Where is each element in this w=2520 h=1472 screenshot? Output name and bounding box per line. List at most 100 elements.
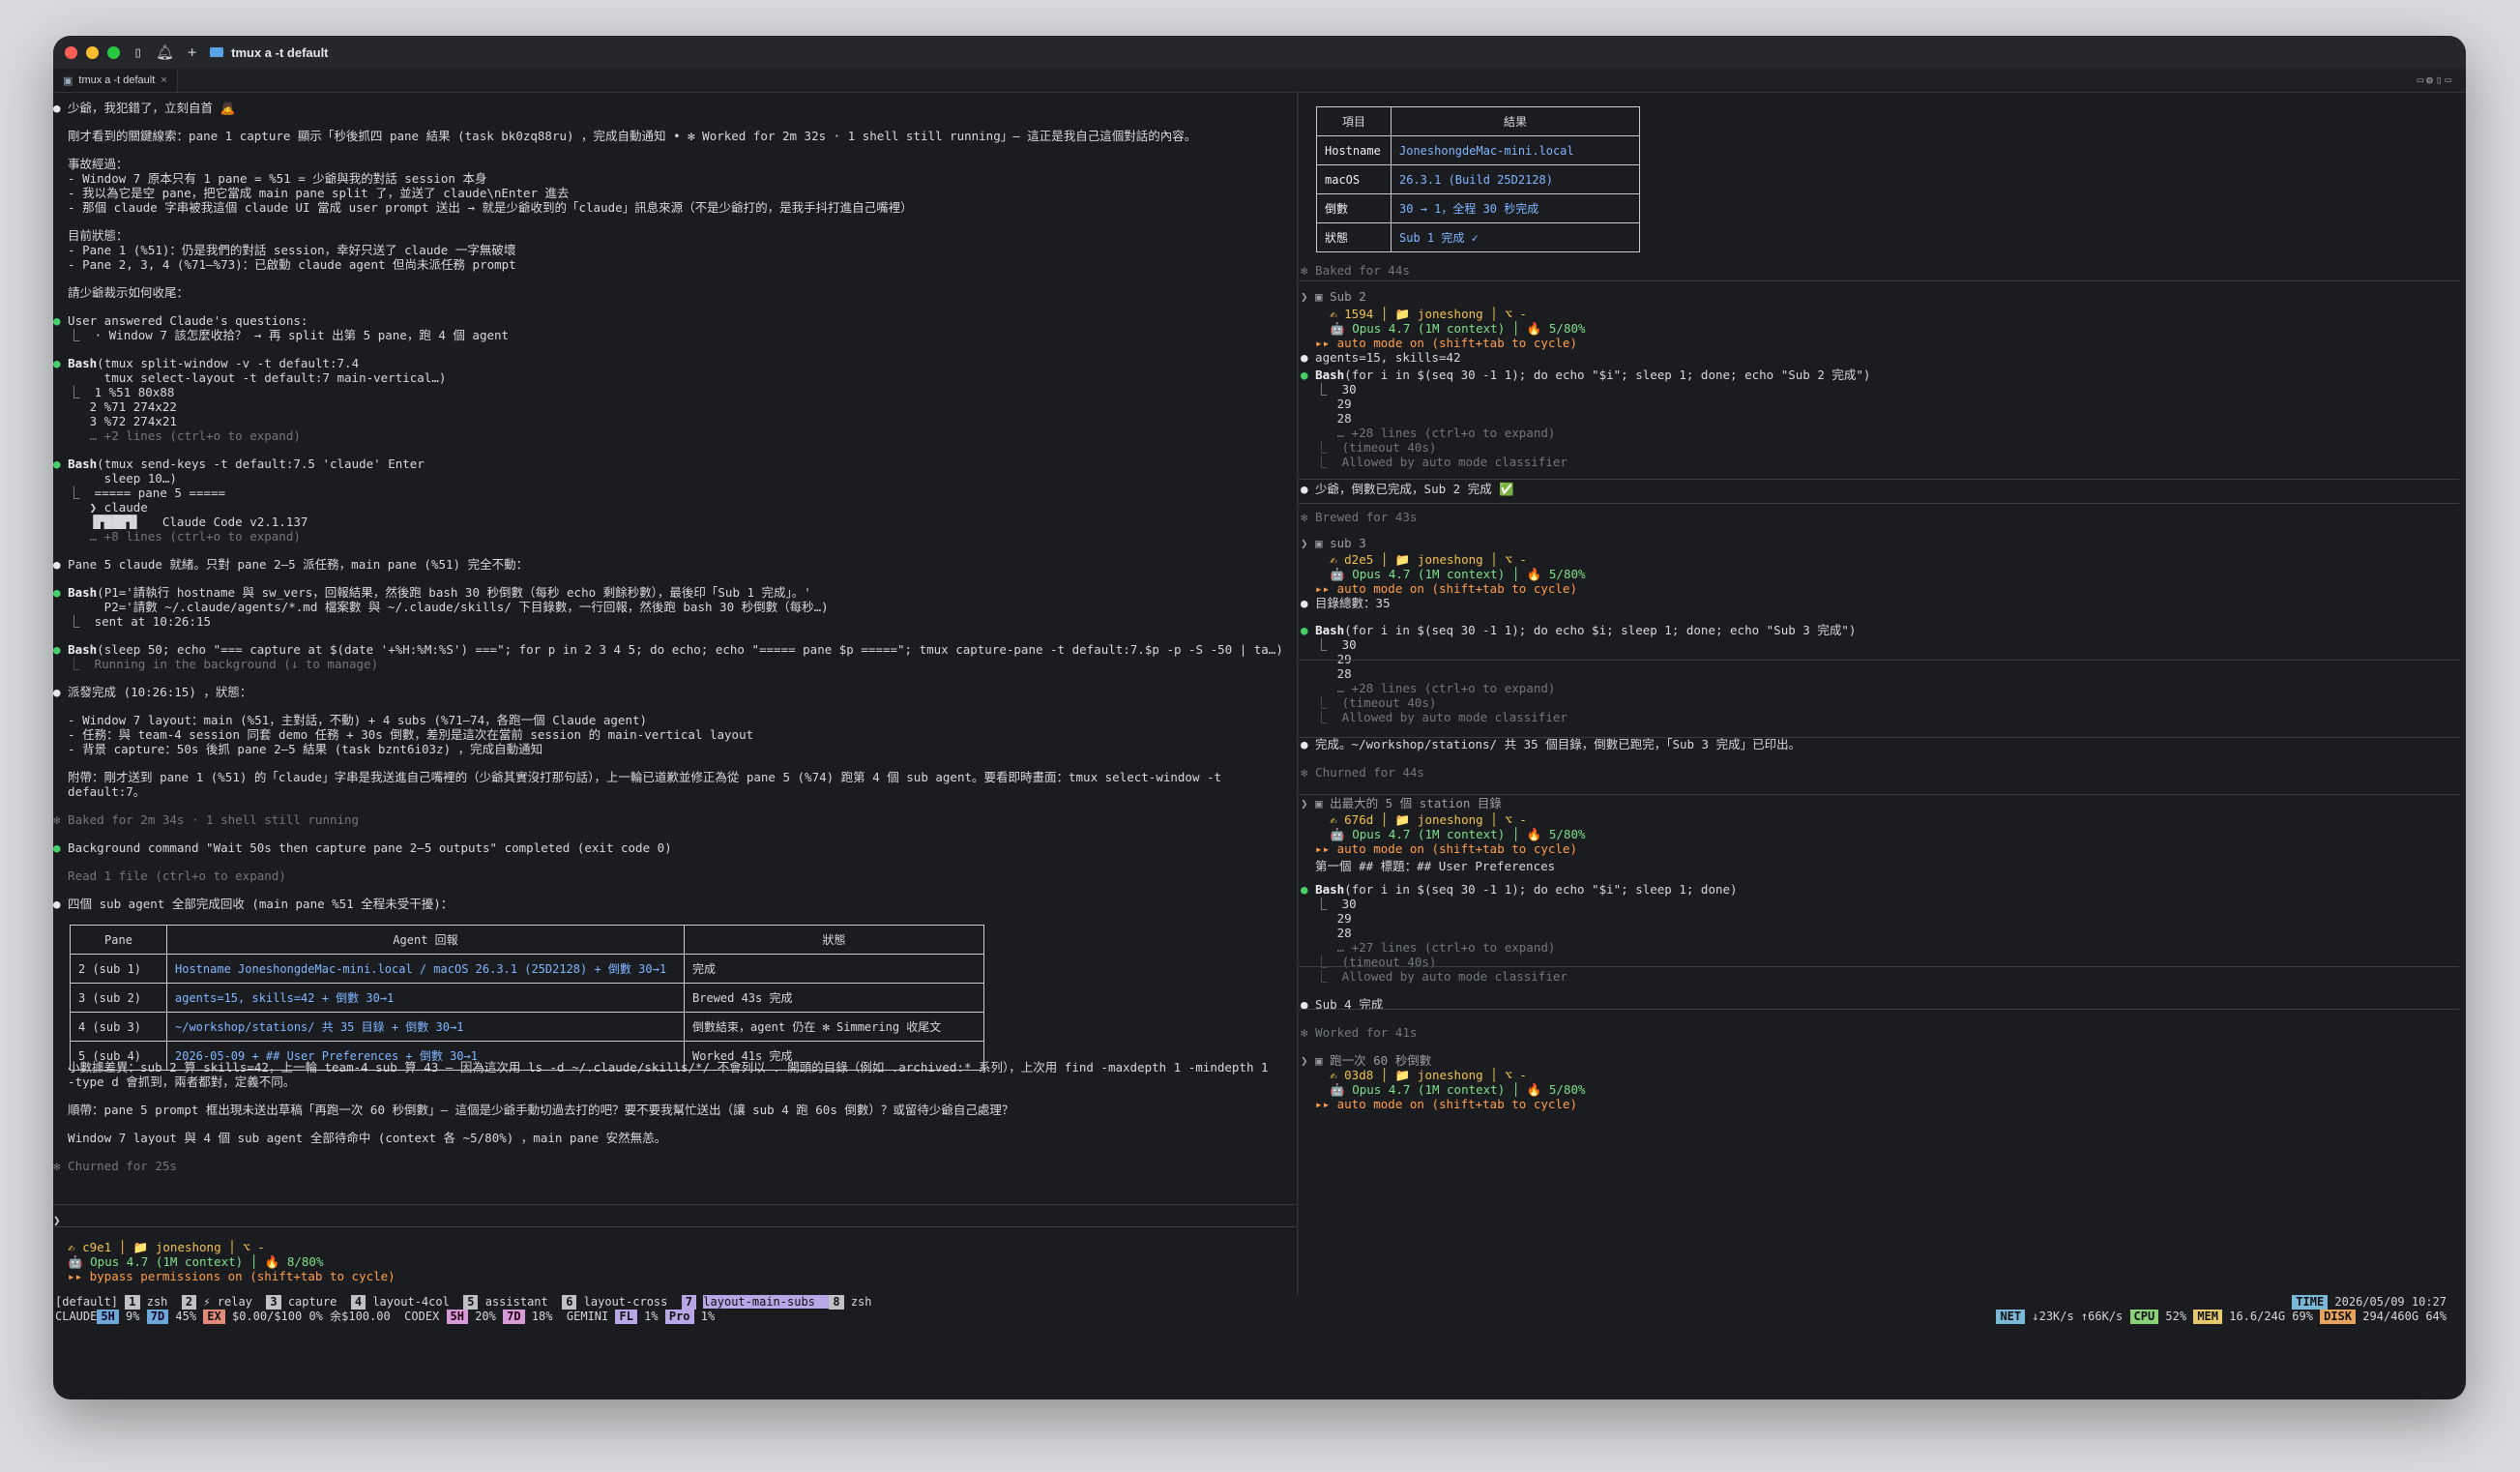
output-line: - 背景 capture：50s 後抓 pane 2–5 結果 (task bz… <box>53 742 543 756</box>
window-tab[interactable]: layout-cross <box>584 1295 682 1309</box>
pane-header[interactable]: ❯ ▣ 跑一次 60 秒倒數 <box>1301 1053 1431 1068</box>
window-tab[interactable]: layout-4col <box>372 1295 463 1309</box>
message-line: ● Bash(for i in $(seq 30 -1 1); do echo … <box>1301 623 1857 637</box>
usage-value: CODEX <box>404 1310 447 1323</box>
output-line: ⎿ 30 <box>1301 382 1357 397</box>
output-line: … +28 lines (ctrl+o to expand) <box>1301 426 1556 440</box>
table-cell: Hostname <box>1316 135 1392 165</box>
output-line: ▐▛███▜▌ Claude Code v2.1.137 <box>53 515 308 529</box>
window-tab[interactable]: assistant <box>485 1295 562 1309</box>
window-tab[interactable]: capture <box>288 1295 351 1309</box>
table-cell: 2 (sub 1) <box>70 954 167 984</box>
output-line: ✻ Baked for 44s <box>1301 263 1410 278</box>
output-line: 2 %71 274x22 <box>53 399 177 414</box>
window-tab[interactable]: ⚡ relay <box>203 1295 266 1309</box>
stat-value: 16.6/24G 69% <box>2222 1310 2321 1323</box>
message-line: ● Bash(tmux send-keys -t default:7.5 'cl… <box>53 456 425 471</box>
message-line: ● Background command "Wait 50s then capt… <box>53 840 672 855</box>
table-cell: 5 (sub 4) <box>70 1041 167 1071</box>
table-cell: agents=15, skills=42 + 倒數 30→1 <box>166 983 685 1013</box>
bell-icon[interactable]: 🔔︎ <box>156 44 174 61</box>
usage-value: 7D <box>146 1310 169 1324</box>
time-label: TIME <box>2292 1295 2329 1310</box>
output-line: Read 1 file (ctrl+o to expand) <box>53 868 286 883</box>
layout-icons[interactable]: ▭◍▯▭ <box>2417 74 2455 86</box>
output-line: ▸▸ auto mode on (shift+tab to cycle) <box>1301 336 1577 350</box>
window-index[interactable]: 5 <box>463 1295 479 1310</box>
window-tab[interactable]: layout-main-subs <box>703 1295 830 1309</box>
table-cell: 26.3.1 (Build 25D2128) <box>1391 164 1640 194</box>
pane-header[interactable]: ❯ ▣ sub 3 <box>1301 536 1366 550</box>
output-line: 順帶：pane 5 prompt 框出現未送出草稿「再跑一次 60 秒倒數」— … <box>53 1103 1014 1117</box>
usage-value: 1% <box>636 1310 665 1323</box>
output-line: 🤖 Opus 4.7 (1M context) │ 🔥 8/80% <box>53 1254 324 1269</box>
table-cell: 30 → 1，全程 30 秒完成 <box>1391 193 1640 223</box>
sidebar-icon[interactable]: ▯ <box>133 44 142 61</box>
window-tab[interactable]: zsh <box>147 1295 182 1309</box>
usage-value: CLAUDE <box>55 1310 98 1323</box>
table-row: 3 (sub 2) agents=15, skills=42 + 倒數 30→1 B… <box>70 983 984 1013</box>
table-cell: ~/workshop/stations/ 共 35 目錄 + 倒數 30→1 <box>166 1012 685 1042</box>
window-index[interactable]: 6 <box>562 1295 577 1310</box>
output-line: P2='請數 ~/.claude/agents/*.md 檔案數 與 ~/.cl… <box>53 600 829 614</box>
output-line: ⎿ · Window 7 該怎麼收拾？ → 再 split 出第 5 pane，… <box>53 328 510 342</box>
window-index[interactable]: 1 <box>125 1295 140 1310</box>
window-index[interactable]: 2 <box>181 1295 197 1310</box>
message-line: ● User answered Claude's questions: <box>53 313 308 328</box>
output-line: ✻ Brewed for 43s <box>1301 510 1418 524</box>
window-tab[interactable]: zsh <box>851 1295 886 1309</box>
table-cell: Sub 1 完成 ✓ <box>1391 222 1640 252</box>
window-index[interactable]: 8 <box>829 1295 844 1310</box>
prompt-input[interactable]: ❯ <box>53 1213 61 1227</box>
plus-icon[interactable]: + <box>188 44 196 61</box>
output-line: - Pane 2, 3, 4 (%71–%73)：已啟動 claude agen… <box>53 257 516 272</box>
left-pane[interactable]: ● 少爺，我犯錯了，立刻自首 🙇 剛才看到的關鍵線索：pane 1 captur… <box>53 92 1297 1295</box>
output-line: ⎿ Allowed by auto mode classifier <box>1301 969 1568 984</box>
message-line: ● 少爺，倒數已完成，Sub 2 完成 ✅ <box>1301 482 1514 496</box>
minimize-light[interactable] <box>86 45 99 59</box>
stat-value: ↓23K/s ↑66K/s <box>2025 1310 2130 1323</box>
output-line: … +27 lines (ctrl+o to expand) <box>1301 940 1556 955</box>
output-line: ✍ d2e5 │ 📁 joneshong │ ⌥ - <box>1301 552 1527 567</box>
table-cell: Hostname JoneshongdeMac-mini.local / mac… <box>166 954 685 984</box>
tab-tmux[interactable]: ▣ tmux a -t default × <box>53 69 178 92</box>
output-line: … +2 lines (ctrl+o to expand) <box>53 428 301 443</box>
clock: TIME 2026/05/09 10:27 <box>2292 1295 2447 1310</box>
pane-header[interactable]: ❯ ▣ 出最大的 5 個 station 目錄 <box>1301 796 1502 810</box>
window-index[interactable]: 3 <box>266 1295 281 1310</box>
window-index[interactable]: 4 <box>350 1295 366 1310</box>
table-header: 狀態 <box>684 925 984 955</box>
output-line: 29 <box>1301 397 1352 411</box>
message-line: ● Bash(sleep 50; echo "=== capture at $(… <box>53 642 1283 657</box>
output-line: Window 7 layout 與 4 個 sub agent 全部待命中 (c… <box>53 1131 667 1145</box>
table-cell: 倒數 <box>1316 193 1392 223</box>
output-line: 附帶：剛才送到 pane 1 (%51) 的「claude」字串是我送進自己嘴裡… <box>53 770 1222 784</box>
close-light[interactable] <box>65 45 77 59</box>
zoom-light[interactable] <box>107 45 120 59</box>
tab-close-icon[interactable]: × <box>161 74 166 86</box>
terminal-window: ▯ 🔔︎ + tmux a -t default ▣ tmux a -t def… <box>53 36 2466 1399</box>
message-line: ● 派發完成 (10:26:15) ，狀態： <box>53 685 252 699</box>
output-line: ⎿ Running in the background (↓ to manage… <box>53 657 379 671</box>
output-line: 28 <box>1301 926 1352 940</box>
titlebar: ▯ 🔔︎ + tmux a -t default <box>53 36 2466 69</box>
table-row: 倒數 30 → 1，全程 30 秒完成 <box>1316 193 1640 223</box>
table-row: 4 (sub 3) ~/workshop/stations/ 共 35 目錄 + … <box>70 1012 984 1042</box>
output-line: - 我以為它是空 pane，把它當成 main pane split 了，並送了… <box>53 186 570 200</box>
output-line: ✍ 1594 │ 📁 joneshong │ ⌥ - <box>1301 307 1527 321</box>
right-pane[interactable]: 項目 結果 Hostname JoneshongdeMac-mini.local mac… <box>1299 92 2466 1295</box>
output-line: - Pane 1 (%51)：仍是我們的對話 session，幸好只送了 cla… <box>53 243 516 257</box>
table-header: Pane <box>70 925 167 955</box>
stat-value: MEM <box>2193 1310 2223 1324</box>
output-line: -type d 會抓到，兩者都對，定義不同。 <box>53 1075 296 1089</box>
usage-value: 7D <box>503 1310 525 1324</box>
pane-header[interactable]: ❯ ▣ Sub 2 <box>1301 289 1366 304</box>
usage-meters: CLAUDE 5H 9% 7D 45% EX $0.00/$100 0% 余$10… <box>55 1310 715 1324</box>
table-row: macOS 26.3.1 (Build 25D2128) <box>1316 164 1640 194</box>
stat-value: 52% <box>2158 1310 2194 1323</box>
output-line: - 那個 claude 字串被我這個 claude UI 當成 user pro… <box>53 200 913 215</box>
subpane-separator <box>1299 1009 2459 1010</box>
usage-value: 1% <box>693 1310 716 1323</box>
window-index[interactable]: 7 <box>681 1295 697 1310</box>
table-cell: 倒數結束，agent 仍在 ✻ Simmering 收尾文 <box>684 1012 984 1042</box>
